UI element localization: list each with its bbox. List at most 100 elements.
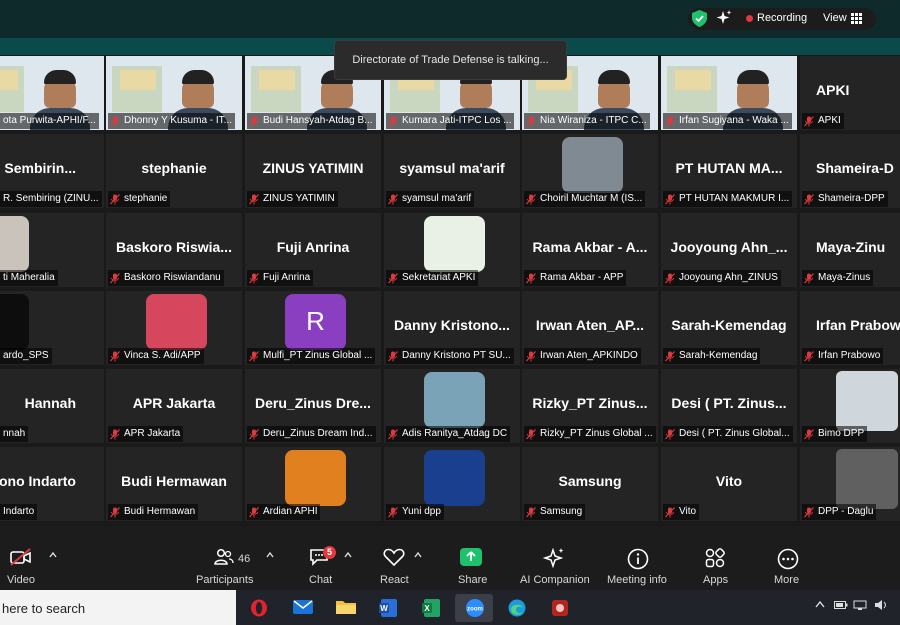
edge-icon[interactable] xyxy=(498,594,536,622)
participant-tile[interactable]: stephanie stephanie xyxy=(106,134,242,208)
participant-tile[interactable]: Rama Akbar - A... Rama Akbar - APP xyxy=(522,213,658,287)
participant-name-label: Choiril Muchtar M (IS... xyxy=(524,191,646,207)
participant-tile[interactable]: Irfan Sugiyana - Waka ... xyxy=(661,56,797,130)
participant-tile[interactable]: DPP - Daglu xyxy=(800,447,900,521)
participant-tile[interactable]: Sarah-Kemendag Sarah-Kemendag xyxy=(661,291,797,365)
file-explorer-icon[interactable] xyxy=(326,594,364,622)
opera-icon[interactable] xyxy=(240,594,278,622)
participant-display-name: Fuji Anrina xyxy=(276,239,350,255)
muted-mic-icon xyxy=(388,194,398,205)
word-icon[interactable]: W xyxy=(369,594,407,622)
view-button[interactable]: View xyxy=(823,12,847,24)
video-gallery-grid: ota Purwita-APHI/F... Dhonny Y Kusuma - I… xyxy=(0,56,900,526)
grid-view-icon[interactable] xyxy=(851,13,862,24)
recording-label[interactable]: Recording xyxy=(757,12,807,24)
apps-icon xyxy=(705,548,725,568)
share-label: Share xyxy=(458,574,488,586)
chat-options-chevron-icon[interactable] xyxy=(344,552,352,558)
participants-button[interactable]: 46 Participants xyxy=(192,526,256,590)
meeting-info-button[interactable]: Meeting info xyxy=(604,526,674,590)
participant-tile[interactable]: Choiril Muchtar M (IS... xyxy=(522,134,658,208)
video-options-chevron-icon[interactable] xyxy=(49,552,57,558)
participant-tile[interactable]: Yuni dpp xyxy=(384,447,520,521)
participant-tile[interactable]: Danny Kristono... Danny Kristono PT SU... xyxy=(384,291,520,365)
ai-companion-button[interactable]: AI Companion xyxy=(518,526,592,590)
app-icon[interactable] xyxy=(541,594,579,622)
participant-tile[interactable]: Maya-Zinu Maya-Zinus xyxy=(800,213,900,287)
participant-photo xyxy=(285,450,346,506)
more-button[interactable]: More xyxy=(768,526,808,590)
participant-tile[interactable]: Deru_Zinus Dre... Deru_Zinus Dream Ind... xyxy=(245,369,381,443)
participant-tile[interactable]: ardo_SPS xyxy=(0,291,104,365)
participant-name-label: Rama Akbar - APP xyxy=(524,270,627,286)
muted-mic-icon xyxy=(665,194,675,205)
participant-tile[interactable]: Ardian APHI xyxy=(245,447,381,521)
excel-icon[interactable]: X xyxy=(412,594,450,622)
speaker-icon[interactable] xyxy=(874,600,888,610)
participant-tile[interactable]: Fuji Anrina Fuji Anrina xyxy=(245,213,381,287)
muted-mic-icon xyxy=(526,429,536,440)
participant-display-name: Maya-Zinu xyxy=(816,239,886,255)
participant-tile[interactable]: ota Purwita-APHI/F... xyxy=(0,56,104,130)
muted-mic-icon xyxy=(526,507,536,518)
participant-name-label: Adis Ranitya_Atdag DC xyxy=(386,426,511,442)
participant-tile[interactable]: syamsul ma'arif syamsul ma'arif xyxy=(384,134,520,208)
participant-tile[interactable]: R Mulfi_PT Zinus Global ... xyxy=(245,291,381,365)
participant-tile[interactable]: Vito Vito xyxy=(661,447,797,521)
mail-icon[interactable] xyxy=(283,594,321,622)
participant-tile[interactable]: Vinca S. Adi/APP xyxy=(106,291,242,365)
apps-button[interactable]: Apps xyxy=(696,526,736,590)
participant-tile[interactable]: Adis Ranitya_Atdag DC xyxy=(384,369,520,443)
video-button[interactable]: Video xyxy=(0,526,42,590)
participant-tile[interactable]: Budi Hermawan Budi Hermawan xyxy=(106,447,242,521)
participant-tile[interactable]: Hannah nnah xyxy=(0,369,104,443)
muted-mic-icon xyxy=(526,273,536,284)
muted-mic-icon xyxy=(388,429,398,440)
ai-sparkle-icon[interactable] xyxy=(716,10,732,26)
participant-display-name: Shameira-D xyxy=(816,160,894,176)
ai-companion-label: AI Companion xyxy=(520,574,590,586)
security-shield-icon[interactable] xyxy=(692,10,707,27)
participant-display-name: ono Indarto xyxy=(0,473,76,489)
participant-tile[interactable]: Jooyoung Ahn_... Jooyoung Ahn_ZINUS xyxy=(661,213,797,287)
participant-photo xyxy=(424,372,485,428)
muted-mic-icon xyxy=(249,507,259,518)
muted-mic-icon xyxy=(665,273,675,284)
participants-options-chevron-icon[interactable] xyxy=(266,552,274,558)
participant-tile[interactable]: ono Indarto Indarto xyxy=(0,447,104,521)
muted-mic-icon xyxy=(804,194,814,205)
participant-tile[interactable]: Baskoro Riswia... Baskoro Riswiandanu xyxy=(106,213,242,287)
participant-tile[interactable]: APKI APKI xyxy=(800,56,900,130)
react-options-chevron-icon[interactable] xyxy=(414,552,422,558)
participant-name-label: Irfan Sugiyana - Waka ... xyxy=(663,113,792,129)
muted-mic-icon xyxy=(110,273,120,284)
participant-tile[interactable]: Samsung Samsung xyxy=(522,447,658,521)
participant-tile[interactable]: Sekretariat APKI xyxy=(384,213,520,287)
battery-icon[interactable] xyxy=(834,600,848,610)
participant-tile[interactable]: ZINUS YATIMIN ZINUS YATIMIN xyxy=(245,134,381,208)
tray-chevron-icon[interactable] xyxy=(815,600,825,608)
participant-tile[interactable]: PT HUTAN MA... PT HUTAN MAKMUR I... xyxy=(661,134,797,208)
participant-tile[interactable]: R. Sembirin... R. Sembiring (ZINU... xyxy=(0,134,104,208)
participant-tile[interactable]: Irwan Aten_AP... Irwan Aten_APKINDO xyxy=(522,291,658,365)
participant-tile[interactable]: Irfan Prabow Irfan Prabowo xyxy=(800,291,900,365)
participant-tile[interactable]: Shameira-D Shameira-DPP xyxy=(800,134,900,208)
network-icon[interactable] xyxy=(853,600,867,610)
participant-name-label: Deru_Zinus Dream Ind... xyxy=(247,426,376,442)
participant-display-name: Irfan Prabow xyxy=(816,317,900,333)
avatar-letter: R xyxy=(306,306,325,336)
chat-label: Chat xyxy=(309,574,333,586)
muted-mic-icon xyxy=(388,116,398,127)
muted-mic-icon xyxy=(665,507,675,518)
chat-button[interactable]: 5 Chat xyxy=(300,526,340,590)
participant-tile[interactable]: Dhonny Y Kusuma - IT... xyxy=(106,56,242,130)
react-button[interactable]: React xyxy=(374,526,414,590)
taskbar-search-box[interactable]: here to search xyxy=(0,590,236,625)
participant-tile[interactable]: ti Maheralia xyxy=(0,213,104,287)
participant-tile[interactable]: Rizky_PT Zinus... Rizky_PT Zinus Global .… xyxy=(522,369,658,443)
zoom-icon[interactable]: zoom xyxy=(455,594,493,622)
participant-tile[interactable]: Desi ( PT. Zinus... Desi ( PT. Zinus Glob… xyxy=(661,369,797,443)
participant-tile[interactable]: Bimo DPP xyxy=(800,369,900,443)
participant-tile[interactable]: APR Jakarta APR Jakarta xyxy=(106,369,242,443)
share-button[interactable]: Share xyxy=(452,526,492,590)
